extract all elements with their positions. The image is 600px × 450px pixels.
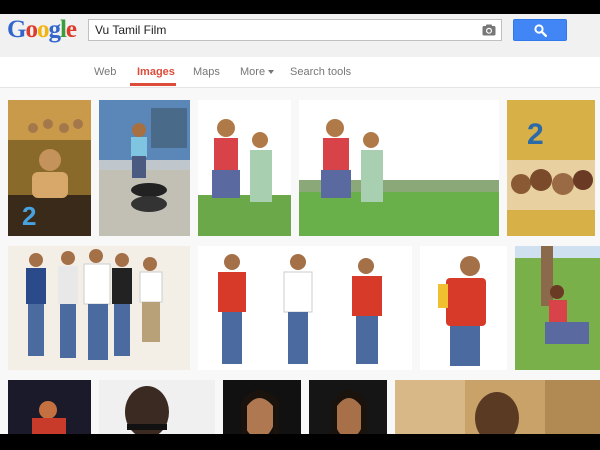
image-result[interactable]	[8, 380, 91, 434]
logo-letter: o	[36, 16, 49, 43]
image-result[interactable]	[198, 246, 412, 370]
svg-text:2: 2	[527, 118, 544, 151]
tab-more-label: More	[240, 66, 266, 78]
image-result[interactable]	[299, 100, 499, 236]
image-results-grid: 2 2	[0, 88, 600, 434]
search-input[interactable]	[89, 20, 475, 40]
image-result[interactable]: 2	[8, 100, 91, 236]
tab-maps[interactable]: Maps	[193, 66, 220, 78]
svg-text:2: 2	[22, 201, 36, 231]
image-result[interactable]	[223, 380, 301, 434]
logo-letter: G	[7, 16, 26, 43]
search-nav: Web Images Maps More Search tools	[0, 57, 600, 88]
search-icon	[534, 24, 547, 37]
image-result[interactable]	[420, 246, 507, 370]
chevron-down-icon	[268, 70, 275, 75]
active-tab-indicator	[130, 83, 176, 86]
tab-more[interactable]: More	[240, 66, 275, 78]
image-result[interactable]	[8, 246, 190, 370]
header: Google	[0, 14, 600, 58]
bottom-black-bar	[0, 434, 600, 450]
image-result[interactable]: 2	[507, 100, 595, 236]
logo-letter: o	[25, 16, 37, 43]
logo-letter: e	[65, 16, 77, 43]
image-result[interactable]	[515, 246, 600, 370]
image-result[interactable]	[99, 100, 190, 236]
top-black-bar	[0, 0, 600, 14]
tab-web[interactable]: Web	[94, 66, 116, 78]
search-results-page: Google Web Images Maps More Search tools	[0, 14, 600, 434]
logo-letter: g	[48, 16, 60, 43]
tab-images[interactable]: Images	[137, 66, 175, 78]
search-tools-button[interactable]: Search tools	[290, 66, 351, 78]
google-logo[interactable]: Google	[7, 16, 77, 44]
image-result[interactable]	[309, 380, 387, 434]
image-result[interactable]	[99, 380, 215, 434]
image-result[interactable]	[395, 380, 600, 434]
image-result[interactable]	[198, 100, 291, 236]
search-box	[88, 19, 502, 41]
search-button[interactable]	[513, 19, 567, 41]
camera-icon[interactable]	[482, 24, 496, 36]
